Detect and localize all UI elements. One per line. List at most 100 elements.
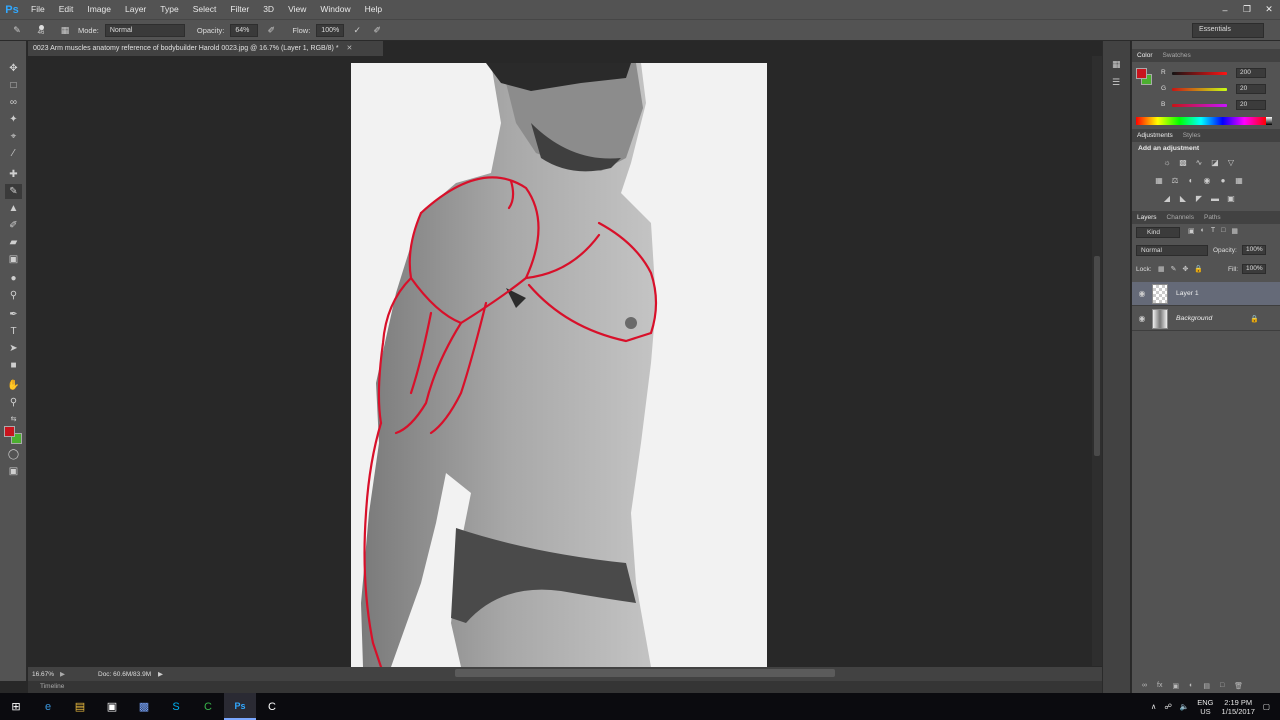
brush-size-picker[interactable]: 46 xyxy=(30,23,52,37)
tab-layers[interactable]: Layers xyxy=(1132,214,1162,221)
path-select-tool-icon[interactable]: ➤ xyxy=(5,341,22,356)
green-value-input[interactable]: 20 xyxy=(1236,84,1266,94)
foreground-color-swatch[interactable] xyxy=(4,426,15,437)
share-icon[interactable]: ▶ xyxy=(60,670,74,678)
windows-start-icon[interactable]: ⊞ xyxy=(0,693,32,720)
eyedropper-tool-icon[interactable]: ⁄ xyxy=(5,146,22,161)
file-explorer-icon[interactable]: ▤ xyxy=(64,693,96,720)
vibrance-icon[interactable]: ▽ xyxy=(1226,157,1236,167)
new-adjustment-icon[interactable]: ◐ xyxy=(1189,682,1193,690)
edge-browser-icon[interactable]: e xyxy=(32,693,64,720)
new-group-icon[interactable]: ▤ xyxy=(1203,682,1210,690)
notifications-icon[interactable]: ▢ xyxy=(1263,702,1270,711)
gradient-tool-icon[interactable]: ▣ xyxy=(5,252,22,267)
move-tool-icon[interactable]: ✥ xyxy=(5,61,22,76)
skype-icon[interactable]: S xyxy=(160,693,192,720)
tab-color[interactable]: Color xyxy=(1132,52,1158,59)
pressure-opacity-icon[interactable]: ✐ xyxy=(264,23,278,37)
airbrush-icon[interactable]: ✓ xyxy=(350,23,364,37)
close-icon[interactable]: ✕ xyxy=(1258,0,1280,19)
color-panel-foreground-swatch[interactable] xyxy=(1136,68,1147,79)
document-canvas[interactable] xyxy=(351,63,767,667)
swap-colors-icon[interactable]: ⇆ xyxy=(5,411,22,426)
filter-pixel-icon[interactable]: ▣ xyxy=(1188,227,1195,235)
filter-adjustment-icon[interactable]: ◐ xyxy=(1201,227,1205,235)
brightness-contrast-icon[interactable]: ☼ xyxy=(1162,157,1172,167)
tab-channels[interactable]: Channels xyxy=(1162,214,1199,221)
camtasia-recorder-icon[interactable]: C xyxy=(256,693,288,720)
quick-mask-icon[interactable]: ◯ xyxy=(5,447,22,462)
restore-icon[interactable]: ❐ xyxy=(1236,0,1258,19)
workspace-switcher[interactable]: Essentials xyxy=(1192,23,1264,38)
layer-opacity-input[interactable]: 100% xyxy=(1242,245,1266,255)
quick-select-tool-icon[interactable]: ✦ xyxy=(5,112,22,127)
eraser-tool-icon[interactable]: ▰ xyxy=(5,235,22,250)
menu-edit[interactable]: Edit xyxy=(52,0,81,19)
document-tab[interactable]: 0023 Arm muscles anatomy reference of bo… xyxy=(28,41,383,56)
minimize-icon[interactable]: – xyxy=(1214,0,1236,19)
properties-panel-icon[interactable]: ☰ xyxy=(1112,77,1120,88)
menu-type[interactable]: Type xyxy=(153,0,185,19)
show-hidden-icons-icon[interactable]: ∧ xyxy=(1151,702,1157,711)
menu-layer[interactable]: Layer xyxy=(118,0,153,19)
selective-color-icon[interactable]: ▣ xyxy=(1226,193,1236,203)
lock-transparent-icon[interactable]: ▦ xyxy=(1158,265,1165,273)
gradient-map-icon[interactable]: ▬ xyxy=(1210,193,1220,203)
horizontal-scroll-thumb[interactable] xyxy=(455,669,835,677)
curves-icon[interactable]: ∿ xyxy=(1194,157,1204,167)
marquee-tool-icon[interactable]: □ xyxy=(5,78,22,93)
menu-file[interactable]: File xyxy=(24,0,52,19)
levels-icon[interactable]: ▩ xyxy=(1178,157,1188,167)
posterize-icon[interactable]: ◣ xyxy=(1178,193,1188,203)
pen-tool-icon[interactable]: ✒ xyxy=(5,307,22,322)
tab-swatches[interactable]: Swatches xyxy=(1158,52,1196,59)
blue-value-input[interactable]: 20 xyxy=(1236,100,1266,110)
link-layers-icon[interactable]: ∞ xyxy=(1142,682,1147,690)
shape-tool-icon[interactable]: ■ xyxy=(5,358,22,373)
history-panel-icon[interactable]: ▦ xyxy=(1112,59,1121,70)
zoom-tool-icon[interactable]: ⚲ xyxy=(5,395,22,410)
layer-name[interactable]: Layer 1 xyxy=(1176,290,1199,297)
color-balance-icon[interactable]: ⚖ xyxy=(1170,175,1180,185)
menu-filter[interactable]: Filter xyxy=(223,0,256,19)
layer-row-layer-1[interactable]: ◉ Layer 1 xyxy=(1132,282,1280,306)
menu-help[interactable]: Help xyxy=(358,0,389,19)
brush-tool-preset-icon[interactable]: ✎ xyxy=(10,23,24,37)
clone-stamp-tool-icon[interactable]: ▲ xyxy=(5,201,22,216)
lock-position-icon[interactable]: ✥ xyxy=(1183,265,1189,273)
history-brush-tool-icon[interactable]: ✐ xyxy=(5,218,22,233)
menu-select[interactable]: Select xyxy=(186,0,224,19)
lasso-tool-icon[interactable]: ∞ xyxy=(5,95,22,110)
brush-tool-icon[interactable]: ✎ xyxy=(5,184,22,199)
lock-all-icon[interactable]: 🔒 xyxy=(1194,265,1203,273)
brush-panel-icon[interactable]: ▦ xyxy=(58,23,72,37)
black-white-icon[interactable]: ◐ xyxy=(1186,175,1196,185)
timeline-panel-tab[interactable]: Timeline xyxy=(28,681,1102,693)
volume-icon[interactable]: 🔈 xyxy=(1180,702,1189,711)
layer-filter-kind-select[interactable]: Kind xyxy=(1136,227,1180,238)
store-icon[interactable]: ▣ xyxy=(96,693,128,720)
filter-shape-icon[interactable]: □ xyxy=(1221,227,1225,235)
hand-tool-icon[interactable]: ✋ xyxy=(5,378,22,393)
delete-layer-icon[interactable]: 🗑 xyxy=(1234,682,1243,690)
fill-input[interactable]: 100% xyxy=(1242,264,1266,274)
layer-style-icon[interactable]: fx xyxy=(1157,682,1162,690)
input-language[interactable]: ENG US xyxy=(1197,698,1213,716)
app-icon[interactable]: ▩ xyxy=(128,693,160,720)
zoom-level[interactable]: 16.67% xyxy=(28,671,60,678)
photoshop-logo[interactable]: Ps xyxy=(0,0,24,19)
layer-row-background[interactable]: ◉ Background 🔒 xyxy=(1132,307,1280,331)
menu-view[interactable]: View xyxy=(281,0,313,19)
camtasia-icon[interactable]: C xyxy=(192,693,224,720)
threshold-icon[interactable]: ◤ xyxy=(1194,193,1204,203)
screen-mode-icon[interactable]: ▣ xyxy=(5,464,22,479)
opacity-input[interactable]: 64% xyxy=(230,23,259,37)
hue-saturation-icon[interactable]: ▦ xyxy=(1154,175,1164,185)
blur-tool-icon[interactable]: ● xyxy=(5,271,22,286)
dodge-tool-icon[interactable]: ⚲ xyxy=(5,288,22,303)
green-slider[interactable] xyxy=(1172,88,1227,91)
menu-image[interactable]: Image xyxy=(80,0,118,19)
clock[interactable]: 2:19 PM 1/15/2017 xyxy=(1222,698,1255,716)
tab-paths[interactable]: Paths xyxy=(1199,214,1226,221)
color-lookup-icon[interactable]: ▦ xyxy=(1234,175,1244,185)
